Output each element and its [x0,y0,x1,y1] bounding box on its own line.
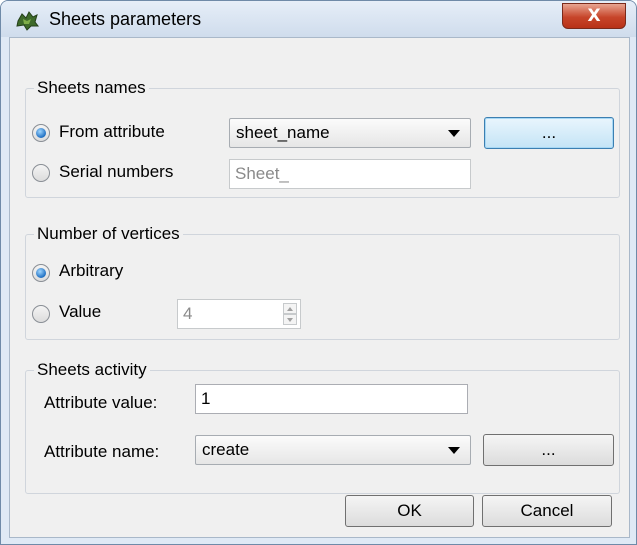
ok-button[interactable]: OK [345,495,474,527]
vertex-count-value: 4 [183,304,193,323]
cancel-button[interactable]: Cancel [482,495,612,527]
combo-value: create [202,440,250,459]
from-attribute-radio[interactable] [32,124,50,142]
title-bar[interactable]: Sheets parameters X [1,1,636,37]
group-title: Sheets activity [34,360,150,380]
value-label[interactable]: Value [59,302,101,322]
serial-prefix-input[interactable]: Sheet_ [229,159,471,189]
attribute-name-combo[interactable]: create [195,435,471,465]
serial-numbers-radio[interactable] [32,164,50,182]
attribute-value-text: 1 [201,389,211,408]
sheets-names-group: Sheets names From attribute sheet_name .… [25,78,620,198]
arbitrary-label[interactable]: Arbitrary [59,261,123,281]
combo-value: sheet_name [236,123,330,142]
window-title: Sheets parameters [49,9,202,29]
group-title: Sheets names [34,78,149,98]
spin-up-icon[interactable] [283,303,297,314]
dialog-window: Sheets parameters X Sheets names From at… [0,0,637,545]
serial-numbers-label[interactable]: Serial numbers [59,162,173,182]
ellipsis-icon: ... [541,440,556,459]
cancel-button-label: Cancel [520,501,574,520]
spin-buttons [283,303,297,325]
attribute-value-input[interactable]: 1 [195,384,468,414]
vertices-group: Number of vertices Arbitrary Value 4 [25,224,620,340]
attribute-name-label: Attribute name: [44,442,160,461]
group-title: Number of vertices [34,224,183,244]
chevron-down-icon [448,447,460,454]
attribute-name-browse-button[interactable]: ... [483,434,614,466]
value-radio[interactable] [32,305,50,323]
chevron-down-icon [448,130,460,137]
serial-prefix-value: Sheet_ [235,164,289,183]
app-icon [16,11,39,31]
close-icon: X [587,6,601,26]
sheets-activity-group: Sheets activity Attribute value: 1 Attri… [25,360,620,494]
spin-down-icon[interactable] [283,314,297,325]
close-button[interactable]: X [562,3,626,29]
attribute-value-label: Attribute value: [44,393,158,412]
sheet-name-browse-button[interactable]: ... [484,117,614,149]
arbitrary-radio[interactable] [32,264,50,282]
vertex-count-spinbox[interactable]: 4 [177,299,301,329]
ellipsis-icon: ... [541,123,557,142]
from-attribute-label[interactable]: From attribute [59,122,165,142]
dialog-client-area: Sheets names From attribute sheet_name .… [9,37,630,538]
ok-button-label: OK [397,501,422,520]
sheet-name-attribute-combo[interactable]: sheet_name [229,118,471,148]
